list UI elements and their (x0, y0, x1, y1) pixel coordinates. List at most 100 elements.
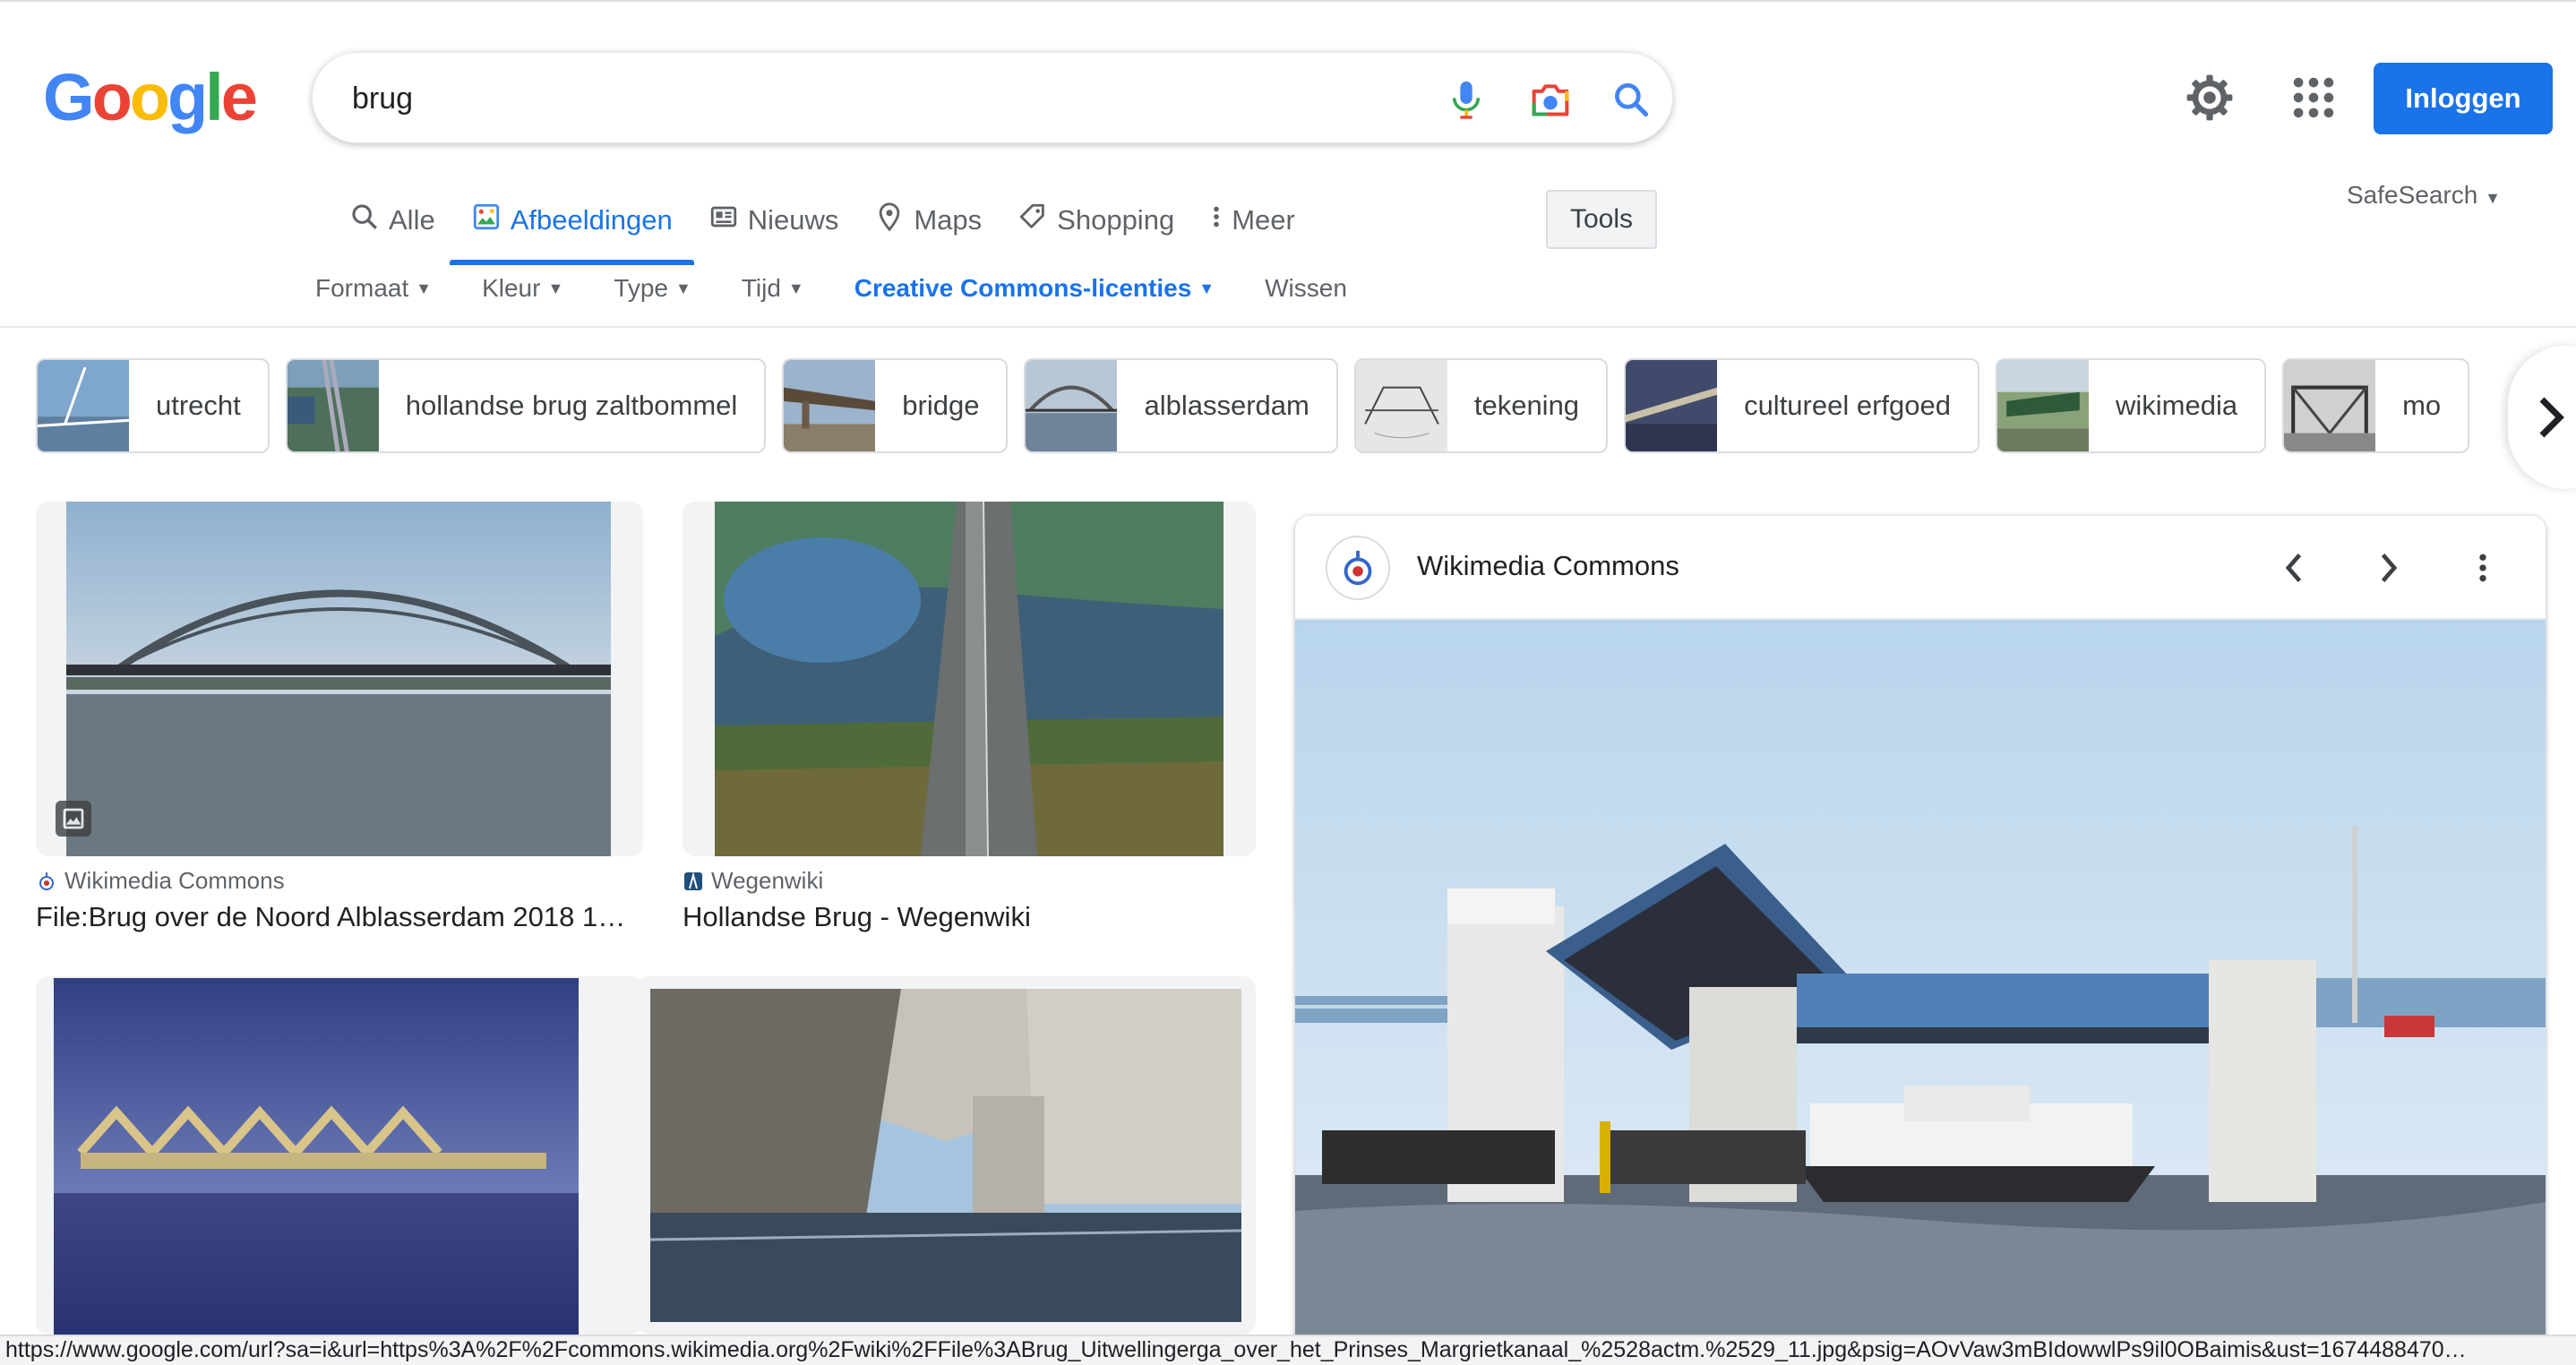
result-title[interactable]: File:Brug over de Noord Alblasserdam 201… (36, 901, 643, 933)
filter-label: Tijd (741, 274, 781, 302)
result-thumbnail-frame (683, 502, 1256, 856)
filter-label: Type (614, 274, 668, 302)
chip-thumbnail (2284, 360, 2376, 451)
result-image (650, 989, 1241, 1322)
result-thumbnail-frame (36, 976, 643, 1335)
related-chip[interactable]: alblasserdam (1024, 358, 1338, 453)
chip-label: utrecht (156, 390, 241, 421)
caret-down-icon: ▼ (787, 279, 804, 297)
result-image (715, 502, 1224, 856)
result-source: Wegenwiki (683, 867, 823, 895)
tab-label: Afbeeldingen (510, 204, 673, 236)
chip-label: tekening (1473, 390, 1580, 421)
wikimedia-logo-icon (1326, 536, 1390, 600)
tag-icon (1018, 202, 1048, 239)
filter-tijd[interactable]: Tijd ▼ (742, 274, 804, 303)
tab-alle[interactable]: Alle (349, 197, 435, 244)
image-result[interactable]: Wegenwiki Hollandse Brug - Wegenwiki (683, 502, 1256, 949)
chip-label: cultureel erfgoed (1744, 390, 1951, 421)
image-icon (471, 202, 502, 239)
tab-label: Shopping (1057, 204, 1175, 236)
filter-formaat[interactable]: Formaat ▼ (315, 274, 432, 303)
chip-thumbnail (287, 360, 379, 451)
related-searches: utrecht hollandse brug zaltbommel bridge… (36, 358, 2576, 453)
tab-shopping[interactable]: Shopping (1018, 197, 1174, 244)
chip-label: mo (2402, 390, 2442, 421)
filter-label: Formaat (315, 274, 409, 302)
chip-thumbnail (1626, 360, 1718, 451)
related-chip[interactable]: utrecht (36, 358, 270, 453)
more-vert-icon (2479, 554, 2486, 582)
top-border (0, 0, 2576, 2)
chip-label: wikimedia (2116, 390, 2238, 421)
tools-button[interactable]: Tools (1546, 190, 1657, 249)
related-chip[interactable]: tekening (1353, 358, 1609, 453)
image-preview-panel: Wikimedia Commons (1295, 516, 2546, 1365)
related-chip[interactable]: wikimedia (1996, 358, 2267, 453)
signin-button[interactable]: Inloggen (2374, 63, 2553, 134)
result-image (66, 502, 611, 856)
more-options-button[interactable] (2458, 543, 2508, 593)
result-thumbnail-frame (636, 976, 1256, 1335)
caret-down-icon: ▼ (674, 279, 691, 297)
result-thumbnail-frame (36, 502, 643, 856)
google-logo[interactable]: Google (43, 64, 258, 131)
map-pin-icon (874, 202, 905, 239)
result-image (54, 978, 579, 1335)
chip-label: alblasserdam (1144, 390, 1309, 421)
chip-thumbnail (1026, 360, 1118, 451)
filter-label: Wissen (1265, 274, 1347, 302)
filter-label: Kleur (482, 274, 541, 302)
status-bar-url: https://www.google.com/url?sa=i&url=http… (0, 1335, 2576, 1365)
panel-source-title[interactable]: Wikimedia Commons (1417, 550, 1679, 582)
result-source: Wikimedia Commons (36, 867, 285, 895)
tab-label: Nieuws (747, 204, 839, 236)
header-divider (0, 326, 2576, 328)
apps-grid-icon[interactable] (2288, 72, 2340, 124)
news-icon (708, 202, 739, 239)
image-badge-icon (56, 801, 91, 837)
filter-kleur[interactable]: Kleur ▼ (482, 274, 563, 303)
related-chip[interactable]: bridge (782, 358, 1009, 453)
source-label: Wikimedia Commons (64, 867, 285, 894)
filter-type[interactable]: Type ▼ (614, 274, 691, 303)
image-filters: Formaat ▼ Kleur ▼ Type ▼ Tijd ▼ Creative Com… (315, 274, 1347, 303)
chip-label: hollandse brug zaltbommel (405, 390, 738, 421)
tab-label: Meer (1232, 204, 1295, 236)
previous-image-button[interactable] (2270, 543, 2320, 593)
chevron-right-icon (2539, 397, 2564, 438)
more-vert-icon (1210, 202, 1223, 239)
search-icon[interactable] (1608, 76, 1654, 123)
chip-thumbnail (38, 360, 129, 451)
safesearch-label: SafeSearch (2347, 181, 2478, 209)
next-image-button[interactable] (2363, 543, 2413, 593)
image-result[interactable] (636, 976, 1256, 1335)
search-icon (349, 202, 380, 239)
chip-thumbnail (1355, 360, 1447, 451)
microphone-icon[interactable] (1443, 76, 1490, 123)
related-chip[interactable]: mo (2282, 358, 2470, 453)
tab-label: Alle (389, 204, 435, 236)
tab-label: Maps (914, 204, 983, 236)
image-result[interactable]: Wikimedia Commons File:Brug over de Noor… (36, 502, 643, 949)
caret-down-icon: ▼ (1198, 279, 1215, 297)
tab-afbeeldingen[interactable]: Afbeeldingen (449, 197, 694, 265)
settings-gear-icon[interactable] (2184, 72, 2236, 124)
panel-header: Wikimedia Commons (1295, 516, 2546, 620)
chevron-left-icon (2285, 554, 2302, 582)
related-chip[interactable]: cultureel erfgoed (1624, 358, 1979, 453)
clear-filters-link[interactable]: Wissen (1265, 274, 1347, 303)
camera-lens-icon[interactable] (1527, 76, 1574, 123)
caret-down-icon: ▼ (547, 279, 564, 297)
result-title[interactable]: Hollandse Brug - Wegenwiki (683, 901, 1256, 933)
tab-meer[interactable]: Meer (1210, 197, 1295, 244)
caret-down-icon: ▼ (2485, 189, 2501, 207)
image-result[interactable] (36, 976, 643, 1335)
tab-maps[interactable]: Maps (874, 197, 982, 244)
safesearch-dropdown[interactable]: SafeSearch ▼ (2347, 181, 2501, 210)
related-chip[interactable]: hollandse brug zaltbommel (285, 358, 767, 453)
tab-nieuws[interactable]: Nieuws (708, 197, 839, 244)
search-input[interactable] (352, 73, 1337, 124)
filter-license[interactable]: Creative Commons-licenties ▼ (854, 274, 1215, 303)
preview-image[interactable] (1295, 620, 2546, 1365)
